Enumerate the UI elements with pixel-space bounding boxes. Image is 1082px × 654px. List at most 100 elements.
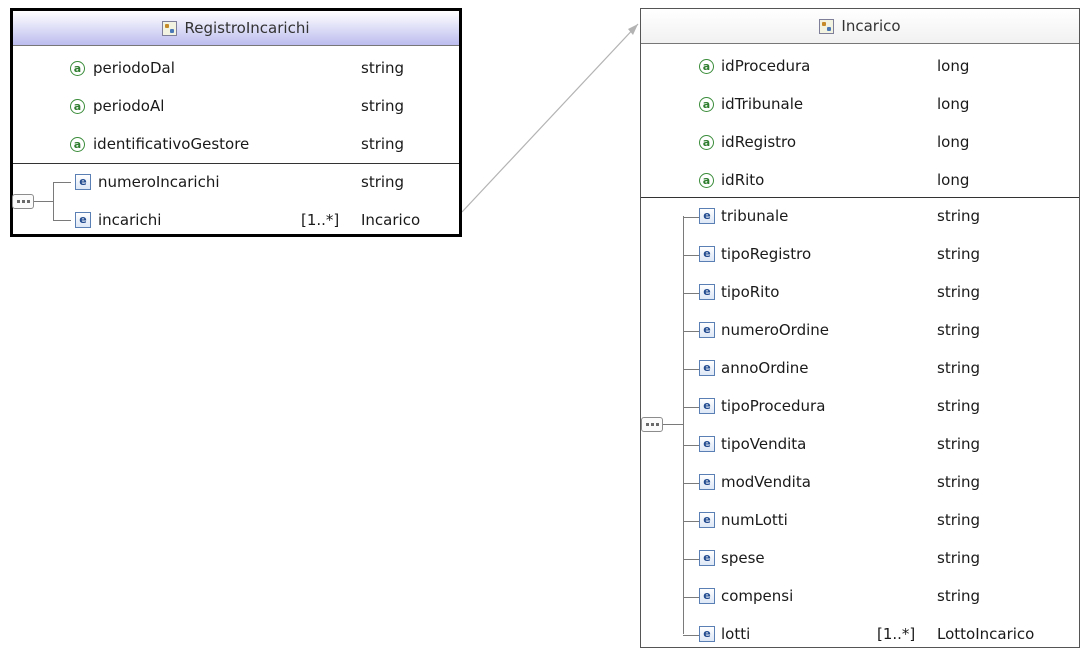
attribute-icon: a xyxy=(70,61,85,76)
type-label: string xyxy=(937,549,981,567)
attribute-row[interactable]: a periodoAl string xyxy=(13,88,459,126)
element-icon: e xyxy=(699,588,715,604)
sequence-branch-line xyxy=(683,293,699,294)
type-label: string xyxy=(937,321,981,339)
element-row[interactable]: e numeroIncarichi string xyxy=(13,164,459,202)
sequence-branch-line xyxy=(53,220,71,221)
sequence-branch-line xyxy=(683,445,699,446)
attribute-name: periodoDal xyxy=(93,59,175,77)
sequence-branch-line xyxy=(683,483,699,484)
cardinality-label: [1..*] xyxy=(301,211,340,229)
type-label: string xyxy=(937,207,981,225)
element-icon: e xyxy=(75,174,91,190)
attribute-row[interactable]: a idRegistro long xyxy=(641,124,1079,162)
element-row[interactable]: e tipoProcedura string xyxy=(641,388,1079,426)
attribute-icon: a xyxy=(699,173,714,188)
element-name: lotti xyxy=(721,625,751,643)
attribute-row[interactable]: a idProcedura long xyxy=(641,48,1079,86)
sequence-branch-line xyxy=(683,521,699,522)
sequence-branch-line xyxy=(34,201,53,202)
type-title: RegistroIncarichi xyxy=(184,19,310,37)
element-row[interactable]: e spese string xyxy=(641,540,1079,578)
element-row[interactable]: e tipoRito string xyxy=(641,274,1079,312)
element-icon: e xyxy=(699,322,715,338)
type-label: string xyxy=(361,135,405,153)
element-icon: e xyxy=(699,512,715,528)
type-label: long xyxy=(937,133,970,151)
complex-type-incarico[interactable]: Incarico a idProcedura long a idTribunale lon… xyxy=(640,8,1080,648)
type-label: string xyxy=(937,245,981,263)
sequence-branch-line xyxy=(683,217,699,218)
element-icon: e xyxy=(699,398,715,414)
element-name: tipoRito xyxy=(721,283,780,301)
arrowhead-icon xyxy=(628,24,638,35)
complex-type-icon xyxy=(819,18,835,34)
type-label: string xyxy=(361,173,405,191)
attribute-icon: a xyxy=(70,137,85,152)
attribute-icon: a xyxy=(70,99,85,114)
type-label: string xyxy=(937,473,981,491)
element-row[interactable]: e lotti [1..*] LottoIncarico xyxy=(641,616,1079,654)
type-label: string xyxy=(937,587,981,605)
attribute-row[interactable]: a periodoDal string xyxy=(13,50,459,88)
attribute-row[interactable]: a identificativoGestore string xyxy=(13,126,459,164)
type-label: LottoIncarico xyxy=(937,625,1035,643)
type-header[interactable]: Incarico xyxy=(641,9,1079,44)
type-label: string xyxy=(937,435,981,453)
sequence-branch-line xyxy=(683,635,699,636)
attribute-name: idProcedura xyxy=(721,57,811,75)
element-name: tribunale xyxy=(721,207,789,225)
type-label: string xyxy=(361,59,405,77)
type-label: string xyxy=(937,359,981,377)
type-label: Incarico xyxy=(361,211,421,229)
attribute-row[interactable]: a idTribunale long xyxy=(641,86,1079,124)
element-name: numeroIncarichi xyxy=(98,173,220,191)
element-name: annoOrdine xyxy=(721,359,809,377)
type-header[interactable]: RegistroIncarichi xyxy=(13,11,459,46)
element-icon: e xyxy=(699,550,715,566)
attribute-icon: a xyxy=(699,97,714,112)
sequence-icon[interactable] xyxy=(641,417,663,432)
element-name: tipoProcedura xyxy=(721,397,826,415)
attribute-icon: a xyxy=(699,135,714,150)
element-icon: e xyxy=(699,246,715,262)
attribute-name: idRegistro xyxy=(721,133,797,151)
element-name: tipoVendita xyxy=(721,435,807,453)
element-row[interactable]: e incarichi [1..*] Incarico xyxy=(13,202,459,240)
element-name: incarichi xyxy=(98,211,162,229)
attribute-name: idRito xyxy=(721,171,765,189)
type-label: long xyxy=(937,57,970,75)
element-row[interactable]: e tipoRegistro string xyxy=(641,236,1079,274)
sequence-branch-line xyxy=(683,559,699,560)
element-row[interactable]: e numeroOrdine string xyxy=(641,312,1079,350)
element-name: numeroOrdine xyxy=(721,321,830,339)
element-name: numLotti xyxy=(721,511,788,529)
element-row[interactable]: e tribunale string xyxy=(641,198,1079,236)
element-name: compensi xyxy=(721,587,794,605)
attribute-row[interactable]: a idRito long xyxy=(641,162,1079,200)
sequence-branch-line xyxy=(53,182,54,220)
element-icon: e xyxy=(699,284,715,300)
attribute-icon: a xyxy=(699,59,714,74)
element-row[interactable]: e annoOrdine string xyxy=(641,350,1079,388)
type-label: long xyxy=(937,95,970,113)
sequence-branch-line xyxy=(662,424,683,425)
sequence-branch-line xyxy=(683,407,699,408)
sequence-icon[interactable] xyxy=(12,194,34,209)
type-label: long xyxy=(937,171,970,189)
element-row[interactable]: e modVendita string xyxy=(641,464,1079,502)
element-name: modVendita xyxy=(721,473,811,491)
attribute-name: identificativoGestore xyxy=(93,135,250,153)
element-name: spese xyxy=(721,549,765,567)
sequence-branch-line xyxy=(683,597,699,598)
element-row[interactable]: e tipoVendita string xyxy=(641,426,1079,464)
complex-type-registroincarichi[interactable]: RegistroIncarichi a periodoDal string a peri… xyxy=(10,8,462,237)
type-label: string xyxy=(937,283,981,301)
element-icon: e xyxy=(699,626,715,642)
element-row[interactable]: e numLotti string xyxy=(641,502,1079,540)
attribute-name: idTribunale xyxy=(721,95,804,113)
complex-type-icon xyxy=(162,20,178,36)
element-name: tipoRegistro xyxy=(721,245,812,263)
element-row[interactable]: e compensi string xyxy=(641,578,1079,616)
element-icon: e xyxy=(75,212,91,228)
